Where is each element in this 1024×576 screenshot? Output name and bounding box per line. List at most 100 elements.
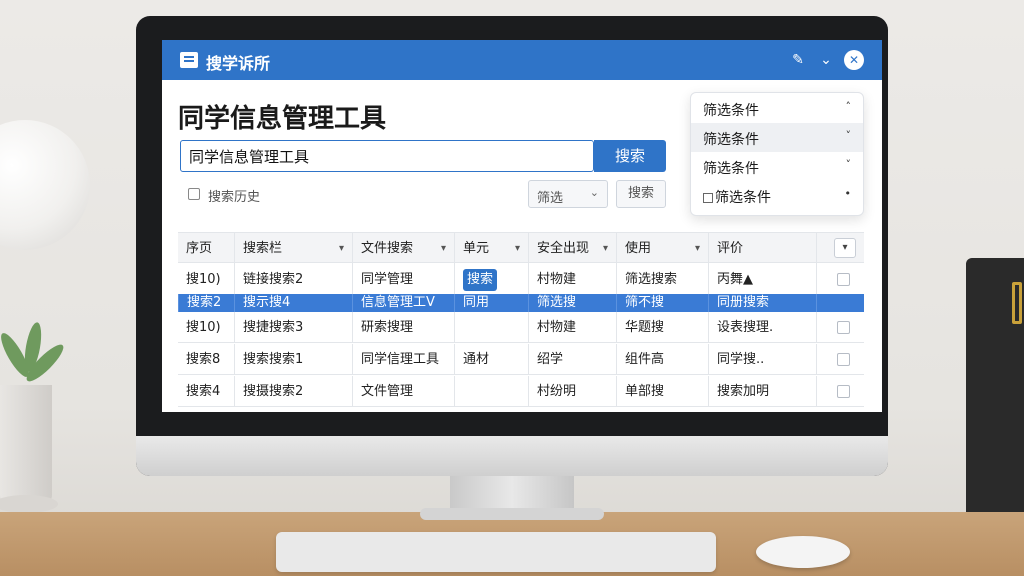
column-header[interactable]: 搜索栏 ▾ <box>234 233 352 264</box>
column-header[interactable]: 文件搜索 ▾ <box>352 233 454 264</box>
row-checkbox[interactable] <box>837 321 850 334</box>
monitor-chin <box>136 436 888 476</box>
chevron-down-icon: ▾ <box>514 243 520 254</box>
table-cell: 村物建 <box>528 264 616 295</box>
chevron-down-icon[interactable]: ▾ <box>834 238 856 258</box>
table-cell: 研索搜理 <box>352 312 454 343</box>
filter-panel: 筛选条件 ˄ 筛选条件 ˅ 筛选条件 ˅ 筛选条件 • <box>690 92 864 216</box>
filter-option-label: 筛选条件 <box>715 190 771 206</box>
column-header[interactable]: 序页 <box>178 233 234 264</box>
filter-option[interactable]: 筛选条件 • <box>691 181 863 210</box>
chevron-down-icon: ⌄ <box>589 186 599 199</box>
table-cell: 信息管理工V <box>352 294 454 312</box>
table-cell: 组件高 <box>616 344 708 375</box>
table-cell: 同学信理工具 <box>352 344 454 375</box>
table-cell: 搜摄搜索2 <box>234 376 352 407</box>
plant-pot <box>0 385 52 505</box>
row-checkbox[interactable] <box>837 353 850 366</box>
filter-option-label: 筛选条件 <box>703 103 759 119</box>
edit-icon[interactable]: ✎ <box>788 50 808 70</box>
column-header[interactable]: 安全出现 ▾ <box>528 233 616 264</box>
table-cell: 文件管理 <box>352 376 454 407</box>
table-cell: 同学搜.. <box>708 344 816 375</box>
chevron-down-icon: ▾ <box>602 243 608 254</box>
table-cell: 搜示搜4 <box>234 294 352 312</box>
table-cell: 同册搜索 <box>708 294 816 312</box>
table-cell: 同学管理 <box>352 264 454 295</box>
table-cell: 单部搜 <box>616 376 708 407</box>
checkbox-icon[interactable] <box>703 193 713 203</box>
status-tag[interactable]: 搜索 <box>463 269 498 291</box>
table-cell: 搜10) <box>186 272 221 287</box>
table-row[interactable]: 搜10) 搜捷搜索3 研索搜理 村物建 华题搜 设表搜理. <box>178 312 864 343</box>
table-cell <box>816 376 864 407</box>
table-cell: 搜捷搜索3 <box>234 312 352 343</box>
history-icon <box>188 188 200 200</box>
table-cell <box>816 312 864 343</box>
table-cell: 链接搜索2 <box>234 264 352 295</box>
table-cell: 筛选搜索 <box>616 264 708 295</box>
table-row[interactable]: 搜索4 搜摄搜索2 文件管理 村纷明 单部搜 搜索加明 <box>178 376 864 407</box>
table-cell: 绍学 <box>528 344 616 375</box>
table-cell: 搜索 <box>454 264 528 295</box>
speaker <box>966 258 1024 520</box>
table-cell: 搜索加明 <box>708 376 816 407</box>
table-cell: 华题搜 <box>616 312 708 343</box>
table-cell: 设表搜理. <box>708 312 816 343</box>
page-title: 同学信息管理工具 <box>178 104 387 134</box>
mouse <box>756 536 850 568</box>
table-cell: 同用 <box>454 294 528 312</box>
chevron-down-icon: ▾ <box>694 243 700 254</box>
table-cell: 搜索搜索1 <box>234 344 352 375</box>
chevron-up-icon: ˄ <box>845 100 852 113</box>
table-cell <box>816 294 864 312</box>
table-cell: 搜10) <box>186 320 221 335</box>
plant-saucer <box>0 495 58 513</box>
table-cell <box>454 376 528 407</box>
filter-option-label: 筛选条件 <box>703 161 759 177</box>
column-header[interactable]: ▾ <box>816 233 864 264</box>
filter-option[interactable]: 筛选条件 ˅ <box>691 152 863 181</box>
desk-lamp <box>0 120 90 250</box>
table-row[interactable]: 搜10) 链接搜索2 同学管理 搜索 村物建 筛选搜索 丙舞▲ <box>178 264 864 295</box>
table-cell <box>816 264 864 295</box>
table-cell: 丙舞▲ <box>708 264 816 295</box>
filter-select-label: 筛选 <box>537 191 564 206</box>
chevron-down-icon: ˅ <box>845 129 852 142</box>
app-logo-icon <box>180 52 198 68</box>
column-header[interactable]: 使用 ▾ <box>616 233 708 264</box>
column-header[interactable]: 评价 <box>708 233 816 264</box>
secondary-search-button[interactable]: 搜索 <box>616 180 666 208</box>
table-row[interactable]: 搜索8 搜索搜索1 同学信理工具 通材 绍学 组件高 同学搜.. <box>178 344 864 375</box>
filter-option[interactable]: 筛选条件 ˄ <box>691 94 863 123</box>
title-bar: 搜学诉所 ✎ ⌄ ✕ <box>162 40 882 80</box>
close-icon[interactable]: ✕ <box>844 50 864 70</box>
search-input[interactable] <box>180 140 594 172</box>
chevron-down-icon: ▾ <box>338 243 344 254</box>
table-row-selected[interactable]: 搜索2 搜示搜4 信息管理工V 同用 筛选搜 筛不搜 同册搜索 <box>178 294 864 312</box>
dot-icon: • <box>844 187 852 200</box>
table-cell: 村物建 <box>528 312 616 343</box>
table-cell <box>816 344 864 375</box>
chevron-down-icon[interactable]: ⌄ <box>816 50 836 70</box>
search-button[interactable]: 搜索 <box>594 140 666 172</box>
column-header[interactable]: 单元 ▾ <box>454 233 528 264</box>
chevron-down-icon: ˅ <box>845 158 852 171</box>
row-checkbox[interactable] <box>837 273 850 286</box>
table-cell: 搜索4 <box>186 384 221 399</box>
app-window: 搜学诉所 ✎ ⌄ ✕ 同学信息管理工具 搜索 搜索历史 筛选 ⌄ 搜索 筛选条件… <box>162 40 882 412</box>
filter-option[interactable]: 筛选条件 ˅ <box>691 123 863 152</box>
filter-select[interactable]: 筛选 ⌄ <box>528 180 608 208</box>
table-cell: 村纷明 <box>528 376 616 407</box>
table-cell: 搜索2 <box>178 294 234 312</box>
table-cell: 通材 <box>454 344 528 375</box>
keyboard <box>276 532 716 572</box>
monitor-stand-foot <box>420 508 604 520</box>
app-title: 搜学诉所 <box>206 54 271 73</box>
search-history-link[interactable]: 搜索历史 <box>208 186 260 205</box>
row-checkbox[interactable] <box>837 385 850 398</box>
filter-option-label: 筛选条件 <box>703 132 759 148</box>
table-header: 序页 搜索栏 ▾ 文件搜索 ▾ 单元 ▾ 安全出现 ▾ 使用 ▾ 评价 ▾ <box>178 232 864 264</box>
table-cell: 筛选搜 <box>528 294 616 312</box>
table-cell: 搜索8 <box>186 352 221 367</box>
